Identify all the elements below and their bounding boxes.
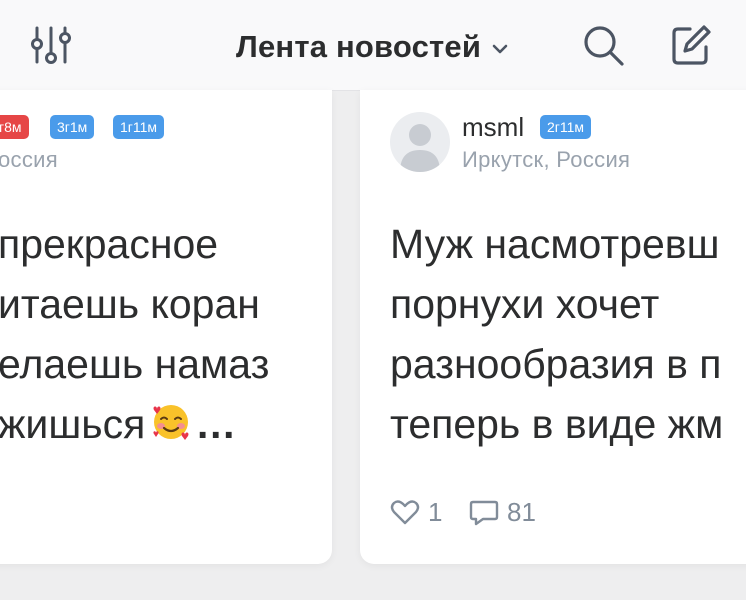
post-text-line: прекрасное [0,221,219,267]
streak-badge: г8м [0,115,29,139]
post-text[interactable]: прекрасное итаешь коран елаешь намаз жиш… [0,214,269,454]
top-bar: Лента новостей [0,0,746,91]
post-text-line: жишься [0,401,146,447]
post-text-line: разнообразия в п [390,341,722,387]
post-text-line: теперь в виде жм [390,401,724,447]
streak-badge: 1г11м [113,115,165,139]
smiling-face-with-hearts-icon [153,405,189,440]
feed-title-dropdown[interactable]: Лента новостей [236,27,509,67]
comment-bubble-icon [469,500,499,526]
author-username[interactable]: msml [462,112,524,143]
post-text-line-last: жишься … [0,394,269,454]
comment-count: 81 [507,496,536,527]
streak-badge: 3г1м [50,115,95,139]
comment-button[interactable]: 81 [467,495,536,529]
compose-icon[interactable] [668,22,714,68]
author-location: Иркутск, Россия [462,147,631,172]
filter-sliders-icon[interactable] [28,22,74,68]
streak-badge: 2г11м [540,115,592,139]
page-title: Лента новостей [236,29,482,64]
search-icon[interactable] [580,22,626,68]
like-button[interactable]: 1 [388,495,442,529]
post-text-line: итаешь коран [0,281,260,327]
post-text-line: Муж насмотревш [390,221,720,267]
post-text-line: елаешь намаз [0,341,270,387]
chevron-down-icon [492,44,508,54]
author-location: оссия [0,147,58,172]
like-count: 1 [428,496,443,527]
avatar[interactable] [390,112,450,172]
heart-icon [390,500,420,525]
post-text[interactable]: Муж насмотревш порнухи хочет разнообрази… [390,214,723,454]
post-text-line: порнухи хочет [390,281,660,327]
read-more-ellipsis[interactable]: … [195,401,236,447]
